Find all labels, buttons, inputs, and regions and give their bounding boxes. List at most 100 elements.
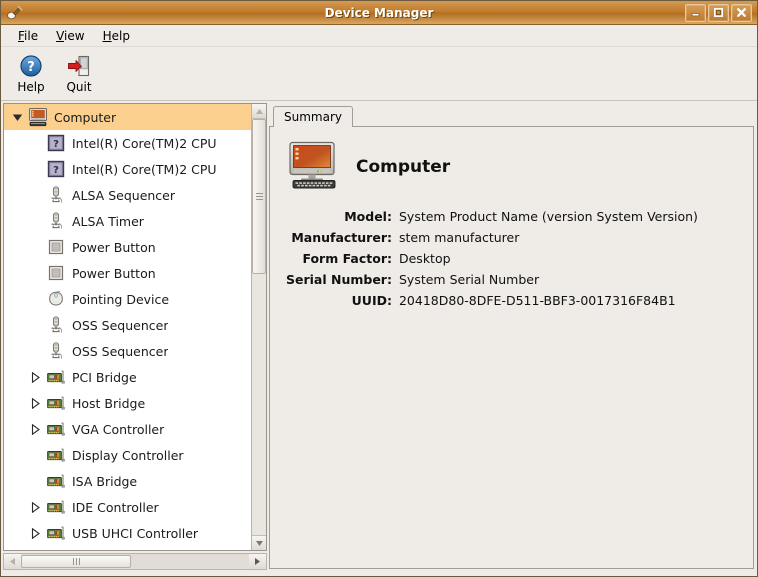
help-button[interactable]: ? Help — [9, 50, 53, 97]
details-pane: Summary Computer Model: System Product N… — [267, 101, 757, 572]
tree-row[interactable]: Power Button — [4, 234, 251, 260]
summary-field-label: Manufacturer: — [291, 230, 392, 245]
menu-help-label: elp — [111, 28, 130, 43]
tree-row-label: ALSA Sequencer — [72, 187, 176, 203]
expander-collapsed-icon[interactable] — [26, 397, 44, 409]
tree-row[interactable]: USB UHCI Controller — [4, 520, 251, 546]
tree-row[interactable]: IDE Controller — [4, 494, 251, 520]
quit-button-label: Quit — [66, 80, 92, 94]
pci-card-icon — [44, 367, 68, 387]
tree-row-label: Power Button — [72, 265, 156, 281]
computer-large-icon — [288, 141, 340, 192]
svg-text:?: ? — [53, 165, 59, 176]
maximize-button[interactable] — [708, 3, 729, 22]
scroll-left-arrow-icon[interactable] — [4, 554, 21, 569]
summary-field-row: UUID: 20418D80-8DFE-D511-BBF3-0017316F84B… — [286, 290, 698, 311]
tree-vertical-scrollbar[interactable] — [251, 104, 266, 550]
computer-icon — [26, 107, 50, 127]
summary-field-value: stem manufacturer — [398, 230, 520, 245]
scroll-grip-icon — [72, 558, 80, 565]
tree-horizontal-scrollbar[interactable] — [3, 553, 267, 570]
tree-row[interactable]: Power Button — [4, 260, 251, 286]
quit-door-arrow-icon — [67, 53, 91, 79]
tree-vscroll-track[interactable] — [252, 119, 266, 535]
summary-field-value: System Serial Number — [398, 272, 540, 287]
window-title: Device Manager — [324, 5, 434, 20]
tree-vscroll-thumb[interactable] — [252, 119, 266, 274]
menu-view[interactable]: View — [47, 27, 93, 45]
expander-expanded-icon[interactable] — [8, 113, 26, 122]
tree-row[interactable]: Host Bridge — [4, 390, 251, 416]
device-tree[interactable]: Computer ? Intel(R) Core(TM)2 CPU ? Intel(… — [4, 104, 251, 550]
tree-row[interactable]: VGA Controller — [4, 416, 251, 442]
scroll-grip-icon — [255, 193, 263, 200]
tab-summary[interactable]: Summary — [273, 106, 353, 127]
button-square-icon — [44, 263, 68, 283]
svg-text:?: ? — [53, 139, 59, 150]
summary-field-label: UUID: — [351, 293, 392, 308]
tree-row[interactable]: ? Intel(R) Core(TM)2 CPU — [4, 156, 251, 182]
window-controls — [685, 3, 754, 22]
mouse-icon — [44, 289, 68, 309]
pci-card-icon — [44, 497, 68, 517]
expander-collapsed-icon[interactable] — [26, 423, 44, 435]
unknown-device-icon: ? — [44, 133, 68, 153]
summary-panel: Computer Model: System Product Name (vers… — [269, 126, 754, 569]
tree-row-label: VGA Controller — [72, 421, 165, 437]
menu-file[interactable]: File — [9, 27, 47, 45]
tree-row-label: ISA Bridge — [72, 473, 138, 489]
tree-row[interactable]: ALSA Timer — [4, 208, 251, 234]
tree-row-label: OSS Sequencer — [72, 343, 169, 359]
tree-frame: Computer ? Intel(R) Core(TM)2 CPU ? Intel(… — [3, 103, 267, 551]
title-bar[interactable]: Device Manager — [1, 1, 757, 25]
scroll-up-arrow-icon[interactable] — [252, 104, 266, 119]
expander-collapsed-icon[interactable] — [26, 527, 44, 539]
toolbar: ? Help Quit — [1, 47, 757, 101]
pci-card-icon — [44, 445, 68, 465]
tree-row[interactable]: OSS Sequencer — [4, 312, 251, 338]
tree-row-label: Computer — [54, 109, 117, 125]
minimize-button[interactable] — [685, 3, 706, 22]
tree-row[interactable]: ISA Bridge — [4, 468, 251, 494]
tree-row-label: Display Controller — [72, 447, 184, 463]
expander-collapsed-icon[interactable] — [26, 501, 44, 513]
svg-text:?: ? — [27, 60, 35, 75]
menu-bar: File View Help — [1, 25, 757, 47]
quit-button[interactable]: Quit — [57, 50, 101, 97]
tree-hscroll-track[interactable] — [21, 554, 249, 569]
tree-row-label: ALSA Timer — [72, 213, 144, 229]
summary-field-value: 20418D80-8DFE-D511-BBF3-0017316F84B1 — [398, 293, 676, 308]
expander-collapsed-icon[interactable] — [26, 371, 44, 383]
tree-row-label: Intel(R) Core(TM)2 CPU — [72, 161, 217, 177]
scroll-down-arrow-icon[interactable] — [252, 535, 266, 550]
scroll-right-arrow-icon[interactable] — [249, 554, 266, 569]
tree-row[interactable]: ? Intel(R) Core(TM)2 CPU — [4, 130, 251, 156]
microphone-icon — [44, 315, 68, 335]
menu-help[interactable]: Help — [94, 27, 139, 45]
tree-row[interactable]: Display Controller — [4, 442, 251, 468]
tree-row[interactable]: Pointing Device — [4, 286, 251, 312]
tree-row-label: Power Button — [72, 239, 156, 255]
summary-field-value: Desktop — [398, 251, 451, 266]
main-area: Computer ? Intel(R) Core(TM)2 CPU ? Intel(… — [1, 101, 757, 572]
close-button[interactable] — [731, 3, 752, 22]
tree-hscroll-thumb[interactable] — [21, 555, 131, 568]
tree-row[interactable]: PCI Bridge — [4, 364, 251, 390]
tree-row-label: Pointing Device — [72, 291, 170, 307]
unknown-device-icon: ? — [44, 159, 68, 179]
microphone-icon — [44, 211, 68, 231]
tree-row[interactable]: Computer — [4, 104, 251, 130]
tree-row[interactable]: OSS Sequencer — [4, 338, 251, 364]
tree-row[interactable]: ALSA Sequencer — [4, 182, 251, 208]
pci-card-icon — [44, 419, 68, 439]
tab-summary-label: Summary — [284, 110, 342, 124]
tree-row-label: OSS Sequencer — [72, 317, 169, 333]
device-tree-pane: Computer ? Intel(R) Core(TM)2 CPU ? Intel(… — [1, 101, 267, 572]
summary-field-label: Serial Number: — [286, 272, 392, 287]
microphone-icon — [44, 185, 68, 205]
summary-header: Computer — [282, 141, 743, 192]
menu-view-label: iew — [64, 28, 85, 43]
summary-field-label: Form Factor: — [302, 251, 392, 266]
tree-row-label: IDE Controller — [72, 499, 159, 515]
summary-fields: Model: System Product Name (version Syste… — [286, 206, 698, 311]
